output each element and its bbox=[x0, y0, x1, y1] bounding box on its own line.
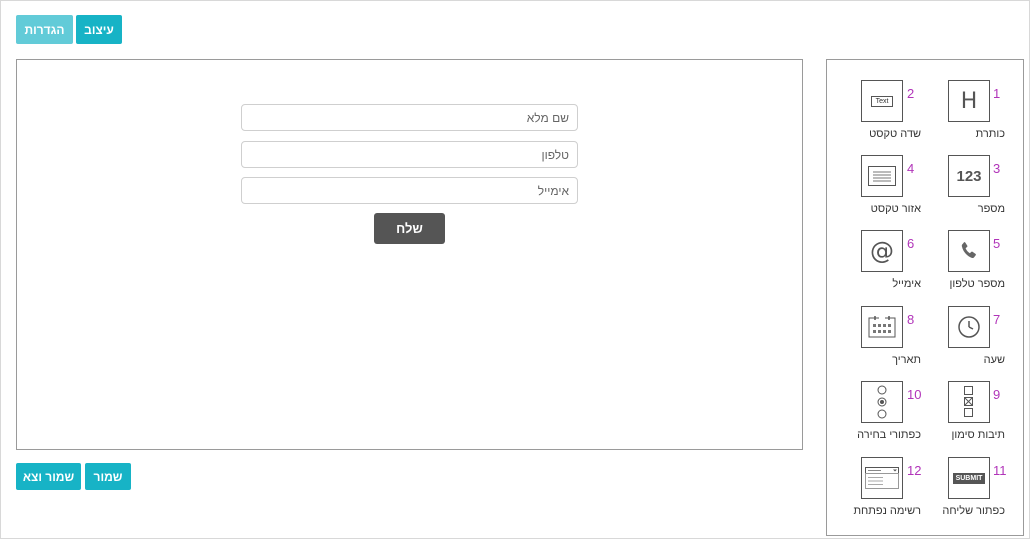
full-name-field[interactable]: שם מלא bbox=[241, 104, 578, 131]
item-number: 4 bbox=[907, 161, 915, 176]
save-button[interactable]: שמור bbox=[85, 463, 131, 490]
palette-item-date[interactable]: 8 תאריך bbox=[827, 306, 1025, 376]
at-icon-glyph: @ bbox=[870, 237, 894, 265]
item-label: שדה טקסט bbox=[869, 128, 921, 140]
item-label: תאריך bbox=[892, 354, 921, 366]
palette-item-email[interactable]: @ 6 אימייל bbox=[827, 230, 1025, 300]
item-label: אזור טקסט bbox=[870, 203, 921, 215]
item-number: 6 bbox=[907, 236, 915, 251]
item-number: 10 bbox=[907, 387, 922, 402]
item-number: 12 bbox=[907, 463, 922, 478]
item-label: כפתורי בחירה bbox=[857, 429, 921, 441]
at-icon: @ bbox=[861, 230, 903, 272]
form-canvas: שם מלא טלפון אימייל שלח bbox=[16, 59, 803, 450]
field-palette: H 1 כותרת Text 2 שדה טקסט 123 3 מספר 4 א… bbox=[826, 59, 1024, 536]
item-number: 8 bbox=[907, 312, 915, 327]
save-and-exit-button[interactable]: שמור וצא bbox=[16, 463, 81, 490]
textarea-icon bbox=[861, 155, 903, 197]
item-number: 2 bbox=[907, 86, 915, 101]
send-button[interactable]: שלח bbox=[374, 213, 445, 244]
text-field-icon-text: Text bbox=[870, 95, 894, 107]
tab-settings[interactable]: הגדרות bbox=[16, 15, 73, 44]
palette-item-radio-buttons[interactable]: 10 כפתורי בחירה bbox=[827, 381, 1025, 451]
text-field-icon: Text bbox=[861, 80, 903, 122]
radio-buttons-icon bbox=[861, 381, 903, 423]
palette-item-dropdown[interactable]: 12 רשימה נפתחת bbox=[827, 457, 1025, 527]
palette-item-text-field[interactable]: Text 2 שדה טקסט bbox=[827, 80, 1025, 150]
palette-item-textarea[interactable]: 4 אזור טקסט bbox=[827, 155, 1025, 225]
calendar-icon bbox=[861, 306, 903, 348]
tab-design[interactable]: עיצוב bbox=[76, 15, 122, 44]
dropdown-icon bbox=[861, 457, 903, 499]
item-label: רשימה נפתחת bbox=[853, 505, 921, 517]
phone-field[interactable]: טלפון bbox=[241, 141, 578, 168]
email-field[interactable]: אימייל bbox=[241, 177, 578, 204]
item-label: אימייל bbox=[892, 278, 921, 290]
